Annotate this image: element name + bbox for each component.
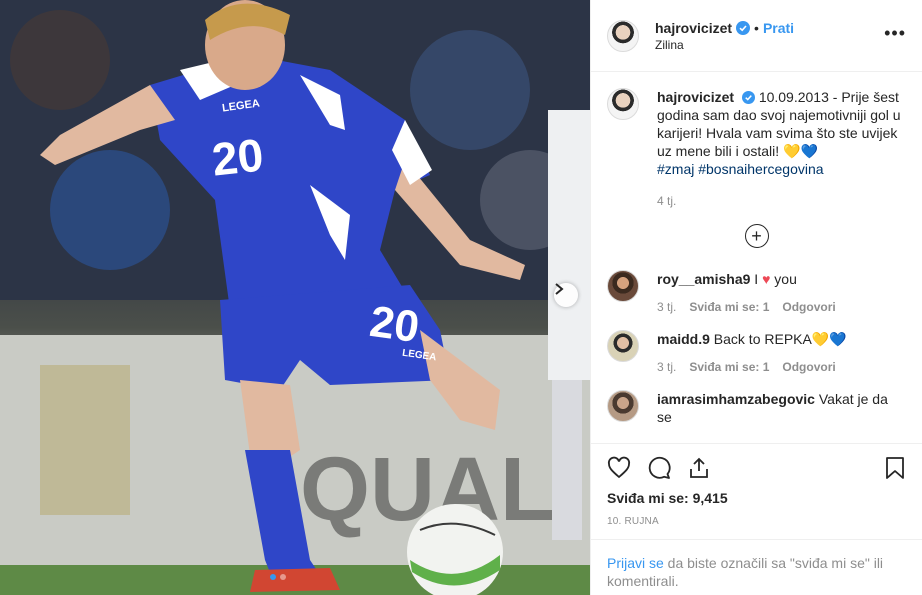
comment-text-tail: you — [774, 271, 797, 287]
shorts-number: 20 — [366, 296, 423, 353]
follow-button[interactable]: Prati — [763, 20, 794, 36]
comment-item: roy__amisha9 I ♥ you 3 tj. Sviđa mi se: … — [607, 270, 906, 314]
post-photo[interactable]: QUAL 20 20 LEGEA LEGEA — [0, 0, 590, 595]
comment-age[interactable]: 3 tj. — [657, 300, 676, 314]
caption-age[interactable]: 4 tj. — [657, 194, 676, 208]
instagram-post: QUAL 20 20 LEGEA LEGEA hajrovicizet • Pr… — [0, 0, 922, 595]
comment-text: Back to REPKA💛💙 — [713, 331, 847, 347]
carousel-dot — [280, 574, 286, 580]
comment-item: maidd.9 Back to REPKA💛💙 3 tj. Sviđa mi s… — [607, 330, 906, 374]
caption-date: 10.09.2013 - — [758, 89, 838, 105]
comment-username[interactable]: roy__amisha9 — [657, 271, 750, 287]
author-avatar[interactable] — [607, 88, 639, 120]
chevron-right-icon — [555, 283, 564, 295]
commenter-avatar[interactable] — [607, 330, 639, 362]
footballer-illustration: QUAL — [0, 0, 590, 595]
likes-count[interactable]: Sviđa mi se: 9,415 — [607, 490, 906, 506]
comment-likes[interactable]: Sviđa mi se: 1 — [689, 360, 769, 374]
bookmark-icon[interactable] — [884, 456, 906, 480]
verified-badge-icon — [741, 91, 755, 104]
post-side-panel: hajrovicizet • Prati Zilina ••• hajrovic… — [590, 0, 922, 595]
post-date[interactable]: 10. RUJNA — [607, 516, 906, 527]
post-actions: Sviđa mi se: 9,415 10. RUJNA — [591, 443, 922, 539]
carousel-dot-active — [270, 574, 276, 580]
jersey-number: 20 — [209, 128, 266, 186]
login-prompt: Prijavi se da biste označili sa "sviđa m… — [591, 539, 922, 595]
comment-bubble-icon[interactable] — [647, 456, 671, 480]
post-header: hajrovicizet • Prati Zilina ••• — [591, 0, 922, 72]
comments-list: hajrovicizet 10.09.2013 - Prije šest god… — [591, 72, 922, 443]
commenter-avatar[interactable] — [607, 390, 639, 422]
commenter-avatar[interactable] — [607, 270, 639, 302]
reply-button[interactable]: Odgovori — [782, 300, 835, 314]
caption-text: hajrovicizet 10.09.2013 - Prije šest god… — [657, 88, 906, 178]
comment-item: iamrasimhamzabegovic Vakat je da se — [607, 390, 906, 426]
caption: hajrovicizet 10.09.2013 - Prije šest god… — [607, 88, 906, 208]
author-avatar[interactable] — [607, 19, 639, 52]
load-more-comments-icon[interactable]: + — [744, 224, 769, 248]
comment-likes[interactable]: Sviđa mi se: 1 — [689, 300, 769, 314]
verified-badge-icon — [736, 20, 751, 35]
reply-button[interactable]: Odgovori — [782, 360, 835, 374]
author-username[interactable]: hajrovicizet — [655, 20, 732, 36]
comment-age[interactable]: 3 tj. — [657, 360, 676, 374]
comment-username[interactable]: iamrasimhamzabegovic — [657, 391, 815, 407]
like-heart-icon[interactable] — [607, 456, 631, 480]
comment-username[interactable]: maidd.9 — [657, 331, 710, 347]
login-link[interactable]: Prijavi se — [607, 555, 664, 571]
caption-username[interactable]: hajrovicizet — [657, 89, 734, 105]
location-link[interactable]: Zilina — [655, 38, 794, 52]
more-options-icon[interactable]: ••• — [884, 24, 906, 42]
separator-dot: • — [754, 19, 759, 36]
carousel-dots — [270, 574, 286, 580]
caption-hashtags[interactable]: #zmaj #bosnaihercegovina — [657, 161, 824, 177]
share-upload-icon[interactable] — [687, 456, 711, 480]
next-slide-button[interactable] — [554, 283, 578, 307]
comment-text: I — [754, 271, 759, 287]
heart-emoji: ♥ — [762, 271, 771, 287]
